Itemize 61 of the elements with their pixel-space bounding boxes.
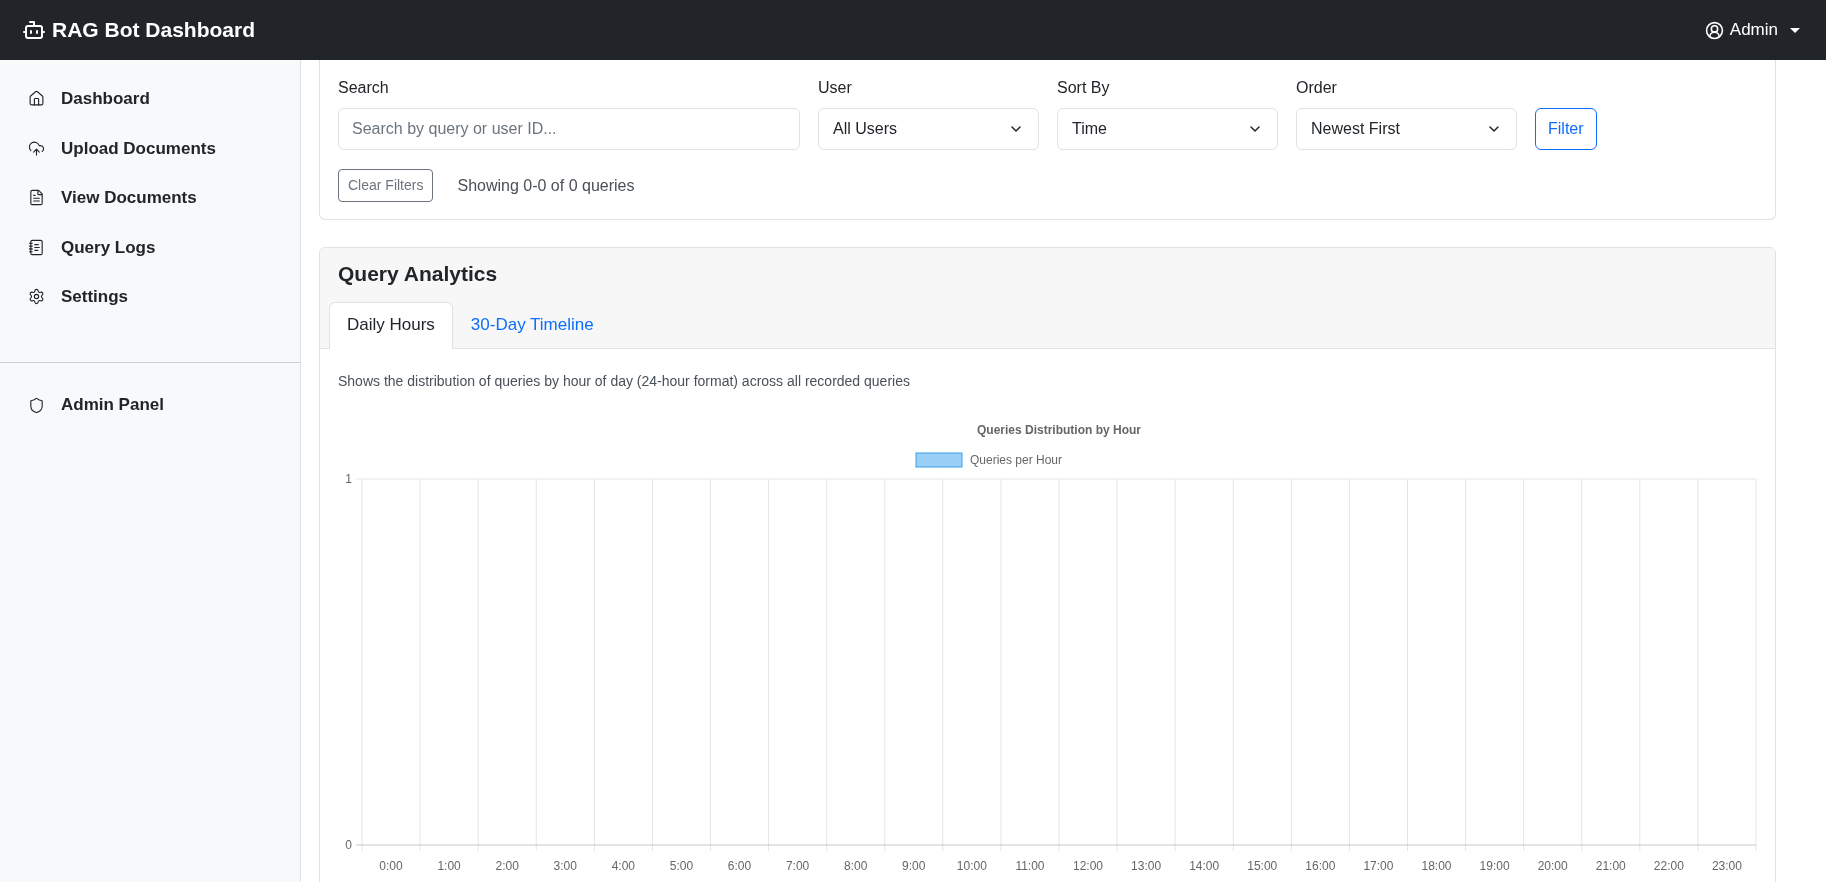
x-tick-label: 6:00 — [727, 858, 752, 873]
list-icon — [28, 238, 45, 256]
x-tick-label: 1:00 — [437, 858, 461, 873]
x-tick-label: 0:00 — [379, 858, 403, 873]
sidebar-item[interactable]: Query Logs — [0, 222, 300, 272]
y-tick-label: 1 — [345, 471, 352, 486]
x-tick-label: 17:00 — [1363, 858, 1394, 873]
results-summary: Showing 0-0 of 0 queries — [457, 175, 635, 196]
legend-swatch — [915, 452, 963, 467]
card-title: Query Analytics — [337, 261, 499, 287]
chart-title: Queries Distribution by Hour — [977, 422, 1141, 437]
document-icon — [28, 189, 45, 207]
x-tick-label: 18:00 — [1421, 858, 1452, 873]
x-tick-label: 2:00 — [495, 858, 519, 873]
x-tick-label: 22:00 — [1653, 858, 1684, 873]
x-tick-label: 19:00 — [1479, 858, 1510, 873]
shield-icon — [28, 396, 45, 414]
select-dropdown[interactable]: Time — [1057, 108, 1278, 150]
caret-icon — [1790, 27, 1800, 33]
field-label: Order — [1296, 78, 1338, 98]
sidebar-item[interactable]: Admin Panel — [0, 380, 300, 430]
x-tick-label: 7:00 — [785, 858, 810, 873]
sidebar-item[interactable]: Dashboard — [0, 74, 300, 124]
chart-description: Shows the distribution of queries by hour of day (24-hour format) across all recorded queries — [338, 371, 911, 391]
x-tick-label: 8:00 — [844, 858, 868, 873]
tab[interactable]: Daily Hours — [329, 301, 453, 349]
sidebar-item[interactable]: Upload Documents — [0, 123, 300, 173]
user-avatar-icon — [1704, 20, 1724, 40]
field-label: Search — [338, 78, 390, 98]
user-menu[interactable]: Admin — [1704, 17, 1800, 43]
x-tick-label: 15:00 — [1247, 858, 1278, 873]
settings-icon — [28, 288, 45, 306]
x-tick-label: 12:00 — [1073, 858, 1104, 873]
sidebar-item[interactable]: Settings — [0, 272, 300, 322]
select-dropdown[interactable]: All Users — [818, 108, 1039, 150]
x-tick-label: 23:00 — [1711, 858, 1742, 873]
sidebar-item[interactable]: View Documents — [0, 173, 300, 223]
brand-title[interactable]: RAG Bot Dashboard — [52, 14, 255, 46]
field-label: Sort By — [1057, 78, 1111, 98]
x-tick-label: 9:00 — [902, 858, 926, 873]
robot-icon — [22, 18, 46, 42]
x-tick-label: 11:00 — [1015, 858, 1045, 873]
y-tick-label: 0 — [345, 837, 352, 852]
cloud-upload-icon — [28, 139, 45, 157]
x-tick-label: 5:00 — [669, 858, 694, 873]
select-dropdown[interactable]: Newest First — [1296, 108, 1517, 150]
x-tick-label: 4:00 — [611, 858, 636, 873]
x-tick-label: 20:00 — [1537, 858, 1568, 873]
x-tick-label: 3:00 — [553, 858, 577, 873]
clear-filters-button[interactable]: Clear Filters — [338, 169, 434, 202]
x-tick-label: 16:00 — [1305, 858, 1336, 873]
tab[interactable]: 30-Day Timeline — [452, 301, 612, 349]
x-tick-label: 13:00 — [1131, 858, 1162, 873]
house-icon — [28, 90, 45, 108]
field-label: User — [818, 78, 853, 98]
legend-label: Queries per Hour — [970, 452, 1063, 467]
x-tick-label: 21:00 — [1595, 858, 1626, 873]
x-tick-label: 14:00 — [1189, 858, 1220, 873]
search-field[interactable]: Search by query or user ID... — [338, 108, 800, 150]
filter-button[interactable]: Filter — [1535, 108, 1597, 150]
x-tick-label: 10:00 — [956, 858, 987, 873]
